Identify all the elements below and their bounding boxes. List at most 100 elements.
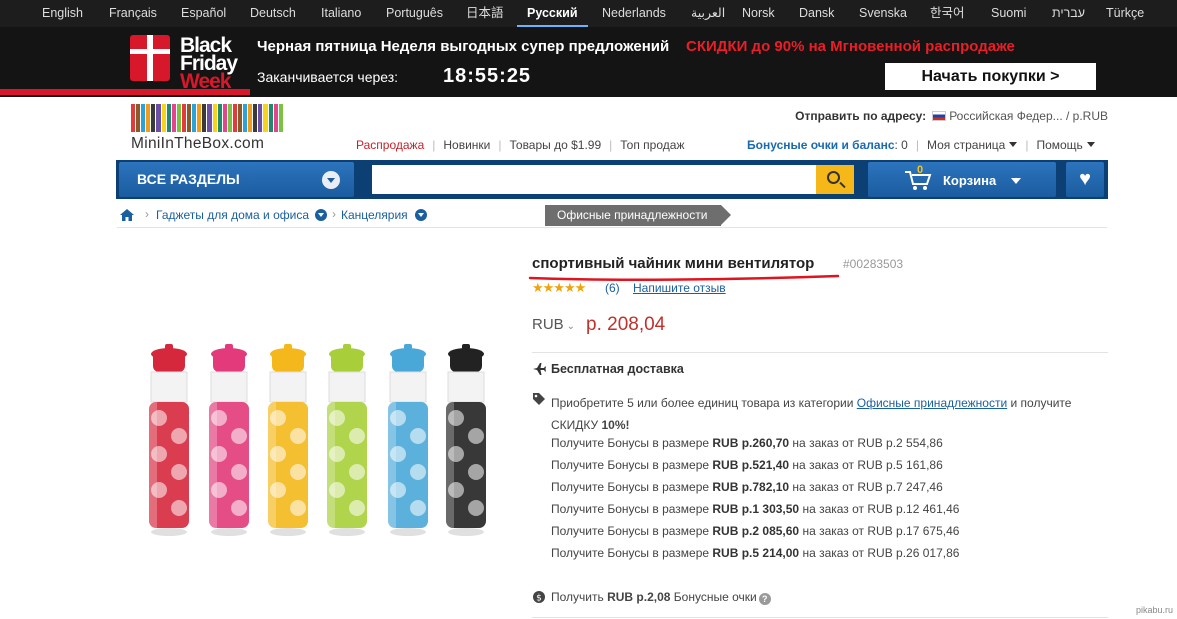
countdown-label: Заканчивается через:	[257, 69, 399, 85]
ship-to[interactable]: Отправить по адресу: Российская Федер... …	[795, 109, 1108, 123]
home-icon[interactable]	[120, 209, 134, 221]
all-categories-button[interactable]: ВСЕ РАЗДЕЛЫ	[119, 162, 354, 197]
bottle	[209, 344, 249, 536]
black-friday-logo: Black Friday Week	[130, 31, 248, 93]
breadcrumb-separator: ›	[145, 207, 149, 221]
lang-hebrew[interactable]: עברית	[1052, 0, 1085, 27]
banner-sale-text: СКИДКИ до 90% на Мгновенной распродаже	[686, 38, 1015, 55]
search-button[interactable]	[816, 165, 854, 194]
product-image[interactable]	[126, 338, 510, 548]
countdown-timer: 18:55:25	[443, 65, 532, 87]
bonus-tier-amount: RUB р.1 303,50	[712, 502, 800, 516]
bottle	[268, 344, 308, 536]
wishlist-button[interactable]: ♥	[1066, 162, 1104, 197]
logo-stripe	[268, 104, 273, 132]
black-friday-banner[interactable]: Black Friday Week Черная пятница Неделя …	[0, 27, 1177, 97]
lang-italian[interactable]: Italiano	[321, 0, 361, 27]
logo-stripes	[131, 104, 283, 132]
lang-russian[interactable]: Русский	[517, 0, 588, 27]
currency-selector[interactable]: RUB ⌄	[532, 316, 575, 333]
logo-stripe	[171, 104, 176, 132]
cart-label: Корзина	[943, 173, 997, 188]
bonus-tier: Получите Бонусы в размере RUB р.782,10 н…	[551, 480, 943, 494]
bottle	[388, 344, 428, 536]
rating-count[interactable]: (6)	[605, 281, 620, 295]
lang-norwegian[interactable]: Norsk	[742, 0, 775, 27]
logo-stripe	[207, 104, 212, 132]
logo-text: MiniInTheBox.com	[131, 135, 265, 152]
free-shipping-label: Бесплатная доставка	[551, 362, 684, 376]
gift-icon	[130, 35, 170, 81]
search-icon	[827, 171, 840, 184]
lang-dutch[interactable]: Nederlands	[602, 0, 666, 27]
logo-stripe	[258, 104, 263, 132]
search-input[interactable]	[372, 165, 816, 194]
logo-stripe	[156, 104, 161, 132]
lang-finnish[interactable]: Suomi	[991, 0, 1026, 27]
breadcrumb-item-home-gadgets[interactable]: Гаджеты для дома и офиса	[156, 208, 309, 222]
bonus-tier-pre: Получите Бонусы в размере	[551, 480, 713, 494]
logo-stripe	[146, 104, 151, 132]
logo-stripe	[161, 104, 166, 132]
lang-swedish[interactable]: Svenska	[859, 0, 907, 27]
bonus-tier-amount: RUB р.782,10	[712, 480, 790, 494]
lang-german[interactable]: Deutsch	[250, 0, 296, 27]
ship-to-value[interactable]: Российская Федер... / р.RUB	[949, 109, 1108, 123]
site-logo[interactable]: MiniInTheBox.com	[131, 104, 283, 154]
lang-korean[interactable]: 한국어	[930, 0, 965, 27]
promo-category-link[interactable]: Офисные принадлежности	[857, 396, 1007, 410]
write-review-link[interactable]: Напишите отзыв	[633, 281, 726, 295]
start-shopping-button[interactable]: Начать покупки >	[885, 63, 1096, 90]
nav-under-199[interactable]: Товары до $1.99	[510, 138, 602, 152]
bonus-tier-pre: Получите Бонусы в размере	[551, 546, 713, 560]
lang-turkish[interactable]: Türkçe	[1106, 0, 1144, 27]
banner-title: Черная пятница Неделя выгодных супер пре…	[257, 38, 670, 55]
bottle	[149, 344, 189, 536]
lang-danish[interactable]: Dansk	[799, 0, 834, 27]
logo-word-week: Week	[180, 70, 231, 93]
bonus-tier: Получите Бонусы в размере RUB р.260,70 н…	[551, 436, 943, 450]
lang-english[interactable]: English	[42, 0, 83, 27]
lang-arabic[interactable]: العربية	[691, 0, 725, 27]
my-page-menu[interactable]: Моя страница	[927, 138, 1018, 152]
lang-japanese[interactable]: 日本語	[466, 0, 504, 27]
lang-portuguese[interactable]: Português	[386, 0, 443, 27]
chevron-down-icon	[1009, 142, 1018, 147]
top-nav: Распродажа | Новинки | Товары до $1.99 | Топ п…	[356, 138, 684, 152]
bonus-tier-pre: Получите Бонусы в размере	[551, 436, 713, 450]
chevron-down-icon: ⌄	[566, 321, 576, 332]
earn-bonus-amount: RUB р.2,08	[607, 590, 671, 604]
breadcrumb-item-stationery[interactable]: Канцелярия	[341, 208, 408, 222]
main-toolbar: ВСЕ РАЗДЕЛЫ 0 Корзина ♥	[116, 160, 1108, 199]
breadcrumb: › Гаджеты для дома и офиса › Канцелярия …	[117, 204, 1107, 228]
nav-sale[interactable]: Распродажа	[356, 138, 424, 152]
nav-separator: |	[609, 138, 613, 152]
logo-stripe	[131, 104, 136, 132]
logo-stripe	[273, 104, 278, 132]
help-menu[interactable]: Помощь	[1036, 138, 1095, 152]
product-sku: #00283503	[843, 257, 904, 271]
nav-separator: |	[915, 138, 919, 152]
help-icon[interactable]: ?	[758, 593, 771, 605]
logo-stripe	[141, 104, 146, 132]
chevron-down-icon	[1011, 178, 1021, 184]
logo-stripe	[248, 104, 253, 132]
nav-new[interactable]: Новинки	[443, 138, 490, 152]
logo-stripe	[187, 104, 192, 132]
logo-stripe	[217, 104, 222, 132]
breadcrumb-dropdown-icon[interactable]	[315, 209, 327, 221]
currency-label: RUB	[532, 316, 564, 333]
lang-spanish[interactable]: Español	[181, 0, 226, 27]
bonus-balance-link[interactable]: Бонусные очки и баланс	[747, 138, 895, 152]
bottle	[327, 344, 367, 536]
cart-button[interactable]: 0 Корзина	[868, 162, 1056, 197]
logo-stripe	[237, 104, 243, 132]
nav-top-sellers[interactable]: Топ продаж	[620, 138, 684, 152]
bonus-tier-post: на заказ от RUB р.12 461,46	[799, 502, 960, 516]
bonus-balance-value: : 0	[894, 138, 908, 152]
lang-french[interactable]: Français	[109, 0, 157, 27]
logo-stripe	[181, 104, 187, 132]
breadcrumb-dropdown-icon[interactable]	[415, 209, 427, 221]
coin-icon: $	[533, 591, 545, 604]
rating-stars: ★★★★★	[532, 280, 586, 295]
